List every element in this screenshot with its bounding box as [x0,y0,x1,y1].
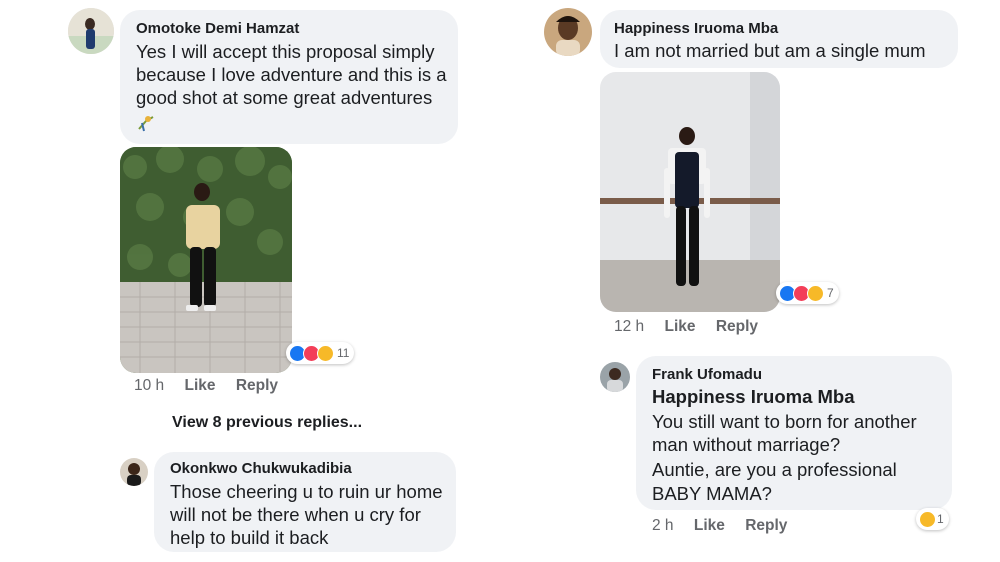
reaction-count: 7 [827,286,834,300]
like-button[interactable]: Like [184,377,215,395]
comment-text-line: because I love adventure and this is a [136,64,447,85]
view-previous-replies-link[interactable]: View 8 previous replies... [172,414,362,432]
avatar-happiness[interactable] [544,8,592,56]
haha-reaction-icon [919,510,936,528]
comment-text-line: help to build it back [170,527,329,548]
comment-actions: 2 h Like Reply [652,517,787,535]
avatar-frank[interactable] [600,362,630,392]
reaction-summary[interactable]: 11 [286,342,355,364]
comment-text-line: man without marriage? [652,434,841,455]
emoji-icon [136,113,156,133]
comment-actions: 10 h Like Reply [134,377,278,395]
comment-timestamp[interactable]: 12 h [614,318,644,336]
reply-button[interactable]: Reply [745,517,787,535]
comment-actions: 12 h Like Reply [614,318,758,336]
sad-reaction-icon [317,344,334,362]
reaction-count: 11 [337,346,350,360]
reply-button[interactable]: Reply [236,377,278,395]
comment-text-line: BABY MAMA? [652,483,772,504]
mention-link[interactable]: Happiness Iruoma Mba [652,386,855,408]
comment-text-line: Those cheering u to ruin ur home [170,481,443,502]
comment-author[interactable]: Omotoke Demi Hamzat [136,20,299,37]
reaction-summary[interactable]: 1 [916,508,949,530]
like-button[interactable]: Like [694,517,725,535]
comment-author[interactable]: Frank Ufomadu [652,366,762,383]
avatar-omotoke[interactable] [68,8,114,54]
comment-text-line: I am not married but am a single mum [614,40,926,61]
comment-text-line: Auntie, are you a professional [652,459,897,480]
comment-author[interactable]: Okonkwo Chukwukadibia [170,460,352,477]
comment-text-line: Yes I will accept this proposal simply [136,41,435,62]
haha-reaction-icon [807,284,824,302]
like-button[interactable]: Like [664,318,695,336]
reaction-count: 1 [937,512,944,526]
comment-text-line: will not be there when u cry for [170,504,421,525]
comment-photo[interactable] [120,147,292,373]
comment-timestamp[interactable]: 2 h [652,517,674,535]
reply-button[interactable]: Reply [716,318,758,336]
comment-author[interactable]: Happiness Iruoma Mba [614,20,778,37]
comment-text-line: good shot at some great adventures [136,87,433,108]
avatar-okonkwo[interactable] [120,458,148,486]
reaction-summary[interactable]: 7 [776,282,839,304]
comment-text-line: You still want to born for another [652,411,917,432]
comment-timestamp[interactable]: 10 h [134,377,164,395]
comment-photo[interactable] [600,72,780,312]
